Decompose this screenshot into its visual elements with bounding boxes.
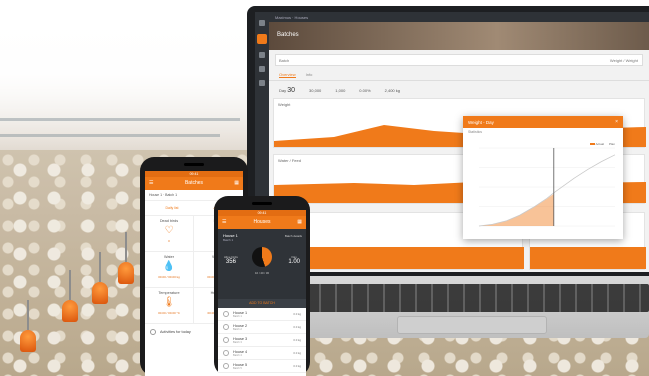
- water-panel-label: Water / Feed: [278, 158, 301, 163]
- metric-cell-water[interactable]: Water 💧 00.00 / 00.00 kg: [145, 252, 194, 288]
- nav-bar: ☰ Houses ▦: [218, 216, 306, 229]
- feeder-icon: [118, 232, 134, 284]
- metric-value: 00.00 / 00.00 kg: [158, 275, 180, 279]
- row-value: 0.0 kg: [293, 312, 301, 316]
- water-icon: 💧: [162, 261, 176, 272]
- list-item[interactable]: House 5 Batch 5 0.0 kg: [218, 360, 306, 373]
- metric-label: Dead birds: [159, 219, 179, 223]
- batch-progress-pie: [252, 247, 272, 267]
- summary-row: Day 30 30,000 1,000 0.00% 2,400 kg: [269, 81, 649, 96]
- feeder-icon: [92, 252, 108, 304]
- tab-info[interactable]: Info: [306, 72, 313, 78]
- list-item[interactable]: House 2 Batch 2 0.0 kg: [218, 321, 306, 334]
- trackpad: [397, 316, 547, 334]
- row-value: 0.0 kg: [293, 338, 301, 342]
- feeder-icon: [62, 270, 78, 322]
- house-icon: [223, 337, 229, 343]
- grid-icon[interactable]: ▦: [234, 177, 239, 190]
- humidity-area-chart: [530, 247, 646, 269]
- page-title: Batches: [277, 32, 299, 38]
- weight-dialog-subtitle: Statistics: [468, 130, 483, 134]
- house-icon: [223, 311, 229, 317]
- nav-bar: ☰ Batches ▦: [145, 177, 243, 190]
- metric-weight: 2,400 kg: [384, 88, 400, 93]
- page-header: Batches: [269, 22, 649, 50]
- weight-panel-label: Weight: [278, 102, 291, 107]
- batch-select[interactable]: Batch Weight / Weight: [275, 54, 643, 66]
- laptop-screen: Maximus · Houses Batches Batch Weight / …: [255, 12, 649, 272]
- phone-houses: 09:41 ☰ Houses ▦ House 1 Batch 1 Batch d…: [214, 196, 310, 376]
- batch-select-value: Batch: [279, 58, 290, 63]
- houses-nav-icon[interactable]: [259, 52, 265, 58]
- phone-notch: [184, 163, 204, 166]
- metric-cell-temperature[interactable]: Temperature 🌡 00.00 / 00.00 °C: [145, 288, 194, 324]
- house-icon: [223, 363, 229, 369]
- row-value: 0.0 kg: [293, 351, 301, 355]
- close-icon[interactable]: ×: [615, 119, 618, 125]
- row-value: 0.0 kg: [293, 364, 301, 368]
- house-summary: House 1 Batch 1 Batch details Alive bird…: [218, 229, 306, 299]
- phone-houses-screen: 09:41 ☰ Houses ▦ House 1 Batch 1 Batch d…: [218, 210, 306, 376]
- range-select-value[interactable]: Weight / Weight: [610, 58, 638, 63]
- tab-overview[interactable]: Overview: [279, 72, 296, 78]
- menu-icon[interactable]: [259, 20, 265, 26]
- metric-cell-dead-birds[interactable]: Dead birds ♡ 0: [145, 216, 194, 252]
- temperature-area-chart: [274, 247, 524, 269]
- nav-title: Batches: [184, 180, 204, 186]
- list-item[interactable]: House 3 Batch 3 0.0 kg: [218, 334, 306, 347]
- thermometer-icon: 🌡: [162, 297, 176, 308]
- weight-dialog-header: Weight - Day ×: [463, 116, 623, 128]
- batch-stats: 10 / 20 / 30: [255, 271, 269, 275]
- keyboard: [305, 284, 649, 312]
- day-label: Day 30: [279, 87, 296, 94]
- activities-label: Activities for today: [160, 330, 191, 334]
- batches-nav-icon[interactable]: [257, 34, 267, 44]
- batch-details-link[interactable]: Batch details: [285, 234, 302, 238]
- metric-value: 0: [168, 239, 170, 243]
- list-item[interactable]: House 1 Batch 1 0.0 kg: [218, 308, 306, 321]
- alive-birds-stat: Alive birds 356: [224, 255, 238, 265]
- house-name: House 1 Batch 1: [223, 233, 238, 242]
- main-content: Batch Weight / Weight Overview Info Day …: [269, 50, 649, 272]
- grid-icon[interactable]: ▦: [297, 216, 302, 229]
- weight-chart: [478, 147, 616, 227]
- menu-icon[interactable]: ☰: [149, 177, 153, 190]
- series-actual-area: [479, 193, 554, 226]
- metric-mortality: 0.00%: [359, 88, 371, 93]
- weight-dialog-title: Weight - Day: [468, 120, 494, 125]
- tab-bar: Overview Info: [269, 70, 649, 81]
- ceiling-beam: [0, 134, 220, 137]
- activity-icon: [150, 329, 156, 335]
- metric-label: Temperature: [158, 291, 180, 295]
- nav-title: Houses: [253, 219, 271, 225]
- weight-dialog: Weight - Day × Statistics Actual Plan: [463, 116, 623, 239]
- menu-icon[interactable]: ☰: [222, 216, 226, 229]
- day-value: 30: [287, 87, 296, 94]
- settings-nav-icon[interactable]: [259, 80, 265, 86]
- metric-label: Water: [164, 255, 174, 259]
- reports-nav-icon[interactable]: [259, 66, 265, 72]
- ceiling-beam: [0, 118, 240, 121]
- house-icon: [223, 350, 229, 356]
- house-icon: [223, 324, 229, 330]
- day-stat: Day 1.00: [288, 255, 300, 265]
- app-topbar: Maximus · Houses: [269, 12, 649, 22]
- row-value: 0.0 kg: [293, 325, 301, 329]
- house-list: House 1 Batch 1 0.0 kg House 2 Batch 2 0.0…: [218, 308, 306, 373]
- metric-dead: 1,000: [335, 88, 346, 93]
- list-item[interactable]: House 4 Batch 4 0.0 kg: [218, 347, 306, 360]
- heart-icon: ♡: [164, 225, 174, 236]
- feeder-icon: [20, 300, 36, 352]
- tab-daily-list[interactable]: Daily list: [166, 206, 179, 210]
- phone-notch: [252, 202, 272, 205]
- metric-birds: 30,000: [309, 88, 322, 93]
- add-to-batch-button[interactable]: ADD TO BATCH: [218, 299, 306, 308]
- metric-value: 00.00 / 00.00 °C: [158, 311, 180, 315]
